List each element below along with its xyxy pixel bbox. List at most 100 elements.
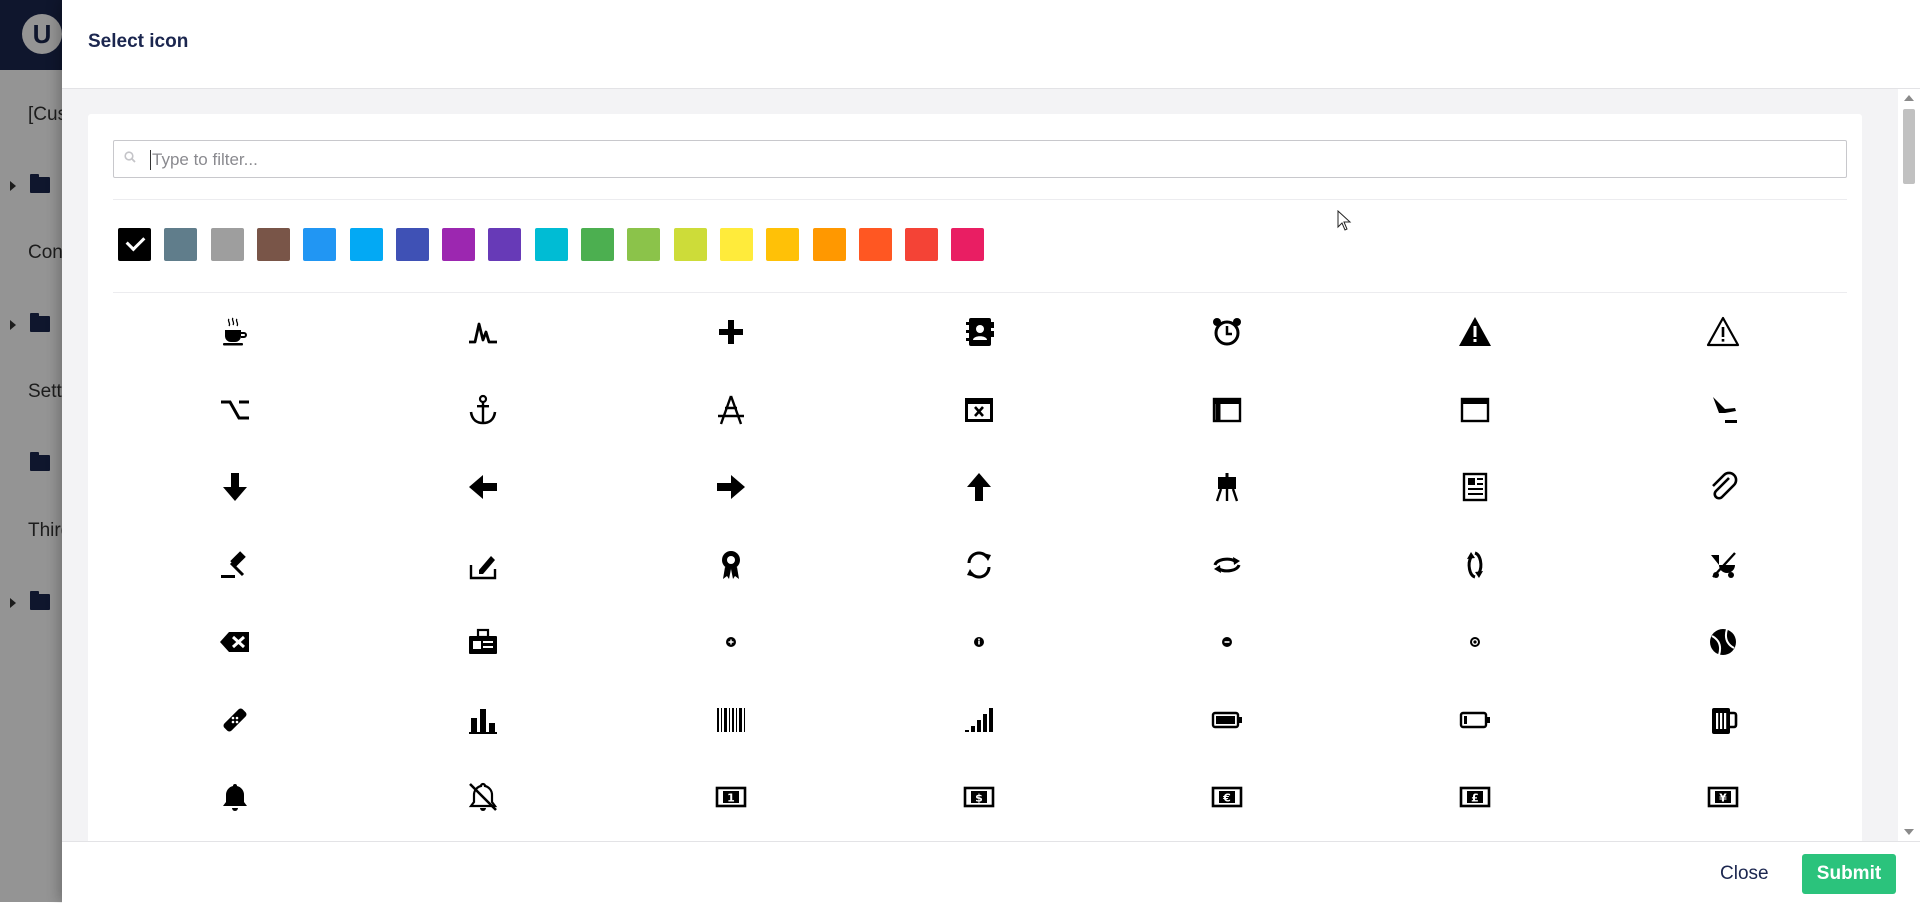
auction-hammer-icon bbox=[221, 550, 246, 578]
icon-option-alt[interactable] bbox=[205, 380, 265, 440]
icon-option-browser-window[interactable] bbox=[1445, 380, 1505, 440]
icon-option-badge-stop[interactable] bbox=[1445, 612, 1505, 672]
color-swatch-grey[interactable] bbox=[210, 228, 244, 261]
bill-pound-icon: £ bbox=[1459, 786, 1491, 808]
icon-option-ball[interactable] bbox=[1693, 612, 1753, 672]
search-icon bbox=[124, 151, 136, 163]
color-swatch-purple[interactable] bbox=[442, 228, 476, 261]
icon-option-beer-mug[interactable] bbox=[1693, 690, 1753, 750]
icon-option-badge-remove[interactable] bbox=[1197, 612, 1257, 672]
icon-option-axis-rotation[interactable] bbox=[949, 535, 1009, 595]
arrow-up-icon bbox=[967, 473, 991, 501]
icon-option-badge-add[interactable] bbox=[701, 612, 761, 672]
color-swatch-pink[interactable] bbox=[951, 228, 985, 261]
icon-option-alarm-clock[interactable] bbox=[1197, 302, 1257, 362]
attachment-icon bbox=[1712, 471, 1738, 500]
icon-option-bill[interactable]: 1 bbox=[701, 767, 761, 827]
icon-option-band-aid[interactable] bbox=[205, 690, 265, 750]
arrival-icon bbox=[1713, 396, 1737, 423]
color-swatch-cyan[interactable] bbox=[534, 228, 568, 261]
svg-text:¥: ¥ bbox=[1719, 792, 1727, 805]
icon-option-badge[interactable] bbox=[453, 612, 513, 672]
color-swatch-indigo[interactable] bbox=[395, 228, 429, 261]
color-swatch-red[interactable] bbox=[905, 228, 939, 261]
scroll-thumb[interactable] bbox=[1903, 109, 1915, 184]
color-swatch-blue[interactable] bbox=[303, 228, 337, 261]
svg-text:£: £ bbox=[1471, 792, 1479, 805]
bill-euro-icon: € bbox=[1211, 786, 1243, 808]
close-button[interactable]: Close bbox=[1714, 862, 1775, 886]
icon-option-battery-low[interactable] bbox=[1445, 690, 1505, 750]
icon-option-bill-pound[interactable]: £ bbox=[1445, 767, 1505, 827]
icon-option-coffee[interactable] bbox=[205, 302, 265, 362]
icon-option-battery-full[interactable] bbox=[1197, 690, 1257, 750]
art-easel-icon bbox=[1215, 473, 1239, 502]
color-swatch-light-green[interactable] bbox=[627, 228, 661, 261]
bill-yen-icon: ¥ bbox=[1707, 786, 1739, 808]
scroll-up-icon[interactable] bbox=[1904, 95, 1914, 101]
color-swatch-deep-purple[interactable] bbox=[488, 228, 522, 261]
alert-icon bbox=[1459, 317, 1491, 346]
icon-option-auction-hammer[interactable] bbox=[205, 535, 265, 595]
icon-option-badge-info[interactable] bbox=[949, 612, 1009, 672]
filter-input[interactable] bbox=[150, 145, 1834, 175]
icon-option-article[interactable] bbox=[1445, 457, 1505, 517]
icon-option-arrow-right[interactable] bbox=[701, 457, 761, 517]
svg-text:$: $ bbox=[975, 792, 983, 805]
color-swatch-orange[interactable] bbox=[812, 228, 846, 261]
icon-option-barcode[interactable] bbox=[701, 690, 761, 750]
scroll-down-icon[interactable] bbox=[1904, 829, 1914, 835]
badge-remove-icon bbox=[1222, 637, 1232, 647]
address-book-icon bbox=[966, 318, 994, 346]
icon-option-backspace[interactable] bbox=[205, 612, 265, 672]
submit-button[interactable]: Submit bbox=[1802, 854, 1896, 894]
color-swatch-amber[interactable] bbox=[766, 228, 800, 261]
icon-option-art-easel[interactable] bbox=[1197, 457, 1257, 517]
icon-option-arrow-left[interactable] bbox=[453, 457, 513, 517]
icon-option-application-window[interactable] bbox=[1197, 380, 1257, 440]
icon-option-baby-stroller[interactable] bbox=[1693, 535, 1753, 595]
icon-option-alert[interactable] bbox=[1445, 302, 1505, 362]
arrow-right-icon bbox=[717, 475, 745, 499]
color-swatch-deep-orange[interactable] bbox=[858, 228, 892, 261]
icon-option-bill-euro[interactable]: € bbox=[1197, 767, 1257, 827]
autofill-icon bbox=[469, 555, 497, 579]
icon-option-address-book[interactable] bbox=[949, 302, 1009, 362]
icon-option-anchor[interactable] bbox=[453, 380, 513, 440]
icon-option-bill-dollar[interactable]: $ bbox=[949, 767, 1009, 827]
battery-full-icon bbox=[1211, 711, 1242, 728]
color-swatch-blue-grey[interactable] bbox=[164, 228, 198, 261]
icon-option-arrow-down[interactable] bbox=[205, 457, 265, 517]
barcode-icon bbox=[717, 707, 745, 732]
icon-option-activity[interactable] bbox=[453, 302, 513, 362]
svg-text:€: € bbox=[1222, 792, 1231, 805]
icon-option-add[interactable] bbox=[701, 302, 761, 362]
icon-option-axis-rotation-2[interactable] bbox=[1197, 535, 1257, 595]
icon-option-application-error[interactable] bbox=[949, 380, 1009, 440]
icon-option-bars[interactable] bbox=[949, 690, 1009, 750]
icon-option-award[interactable] bbox=[701, 535, 761, 595]
color-swatch-black[interactable] bbox=[118, 228, 151, 261]
divider bbox=[113, 199, 1847, 200]
color-swatch-lime[interactable] bbox=[673, 228, 707, 261]
icon-option-bell-off[interactable] bbox=[453, 767, 513, 827]
arrow-left-icon bbox=[469, 475, 497, 499]
icon-option-alert-outline[interactable] bbox=[1693, 302, 1753, 362]
battery-low-icon bbox=[1459, 711, 1490, 728]
icon-option-arrow-up[interactable] bbox=[949, 457, 1009, 517]
icon-option-bill-yen[interactable]: ¥ bbox=[1693, 767, 1753, 827]
color-swatch-light-blue[interactable] bbox=[349, 228, 383, 261]
icon-option-attachment[interactable] bbox=[1693, 457, 1753, 517]
filter-field[interactable] bbox=[113, 140, 1847, 178]
checkmark-icon bbox=[125, 231, 146, 252]
icon-option-arrival[interactable] bbox=[1693, 380, 1753, 440]
icon-option-bar-chart[interactable] bbox=[453, 690, 513, 750]
color-swatch-green[interactable] bbox=[581, 228, 614, 261]
color-swatch-yellow[interactable] bbox=[719, 228, 753, 261]
scrollbar[interactable] bbox=[1898, 89, 1920, 841]
icon-option-bell[interactable] bbox=[205, 767, 265, 827]
icon-option-axis-rotation-3[interactable] bbox=[1445, 535, 1505, 595]
icon-option-app[interactable] bbox=[701, 380, 761, 440]
icon-option-autofill[interactable] bbox=[453, 535, 513, 595]
color-swatch-brown[interactable] bbox=[256, 228, 290, 261]
